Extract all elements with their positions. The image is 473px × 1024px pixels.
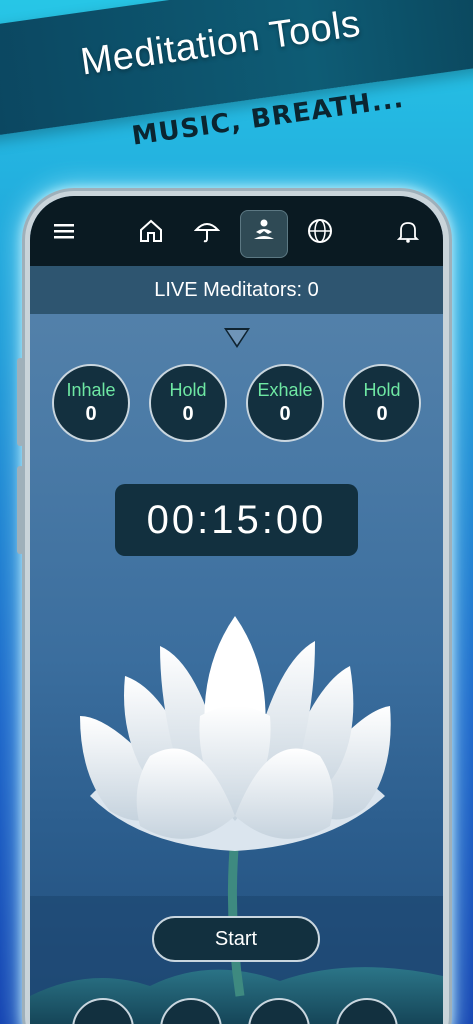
lotus-background xyxy=(30,616,443,1024)
phase-label: Hold xyxy=(169,380,207,400)
menu-icon[interactable] xyxy=(50,216,80,246)
home-icon[interactable] xyxy=(136,216,166,246)
globe-icon[interactable] xyxy=(305,216,335,246)
phase-hold-1[interactable]: Hold 0 xyxy=(149,364,227,442)
start-button[interactable]: Start xyxy=(152,916,320,962)
session-timer[interactable]: 00:15:00 xyxy=(115,484,358,556)
power-button xyxy=(17,466,24,554)
phase-label: Hold xyxy=(363,380,401,400)
phase-value: 0 xyxy=(182,403,194,425)
phase-value: 0 xyxy=(279,403,291,425)
phase-exhale[interactable]: Exhale 0 xyxy=(246,364,324,442)
breath-indicator-fill xyxy=(227,330,247,345)
phase-value: 0 xyxy=(85,403,97,425)
phase-value: 0 xyxy=(376,403,388,425)
phase-hold-2[interactable]: Hold 0 xyxy=(343,364,421,442)
phase-label: Inhale xyxy=(66,380,116,400)
meditation-icon[interactable] xyxy=(249,216,279,246)
volume-button xyxy=(17,358,24,446)
phase-label: Exhale xyxy=(257,380,313,400)
umbrella-icon[interactable] xyxy=(192,216,222,246)
lotus-flower xyxy=(80,616,391,851)
phase-inhale[interactable]: Inhale 0 xyxy=(52,364,130,442)
bell-icon[interactable] xyxy=(393,216,423,246)
live-meditators-bar: LIVE Meditators: 0 xyxy=(30,266,443,314)
top-navigation-bar xyxy=(30,196,443,266)
phone-screen: LIVE Meditators: 0 Inhale 0 Hold 0 Exhal… xyxy=(30,196,443,1024)
